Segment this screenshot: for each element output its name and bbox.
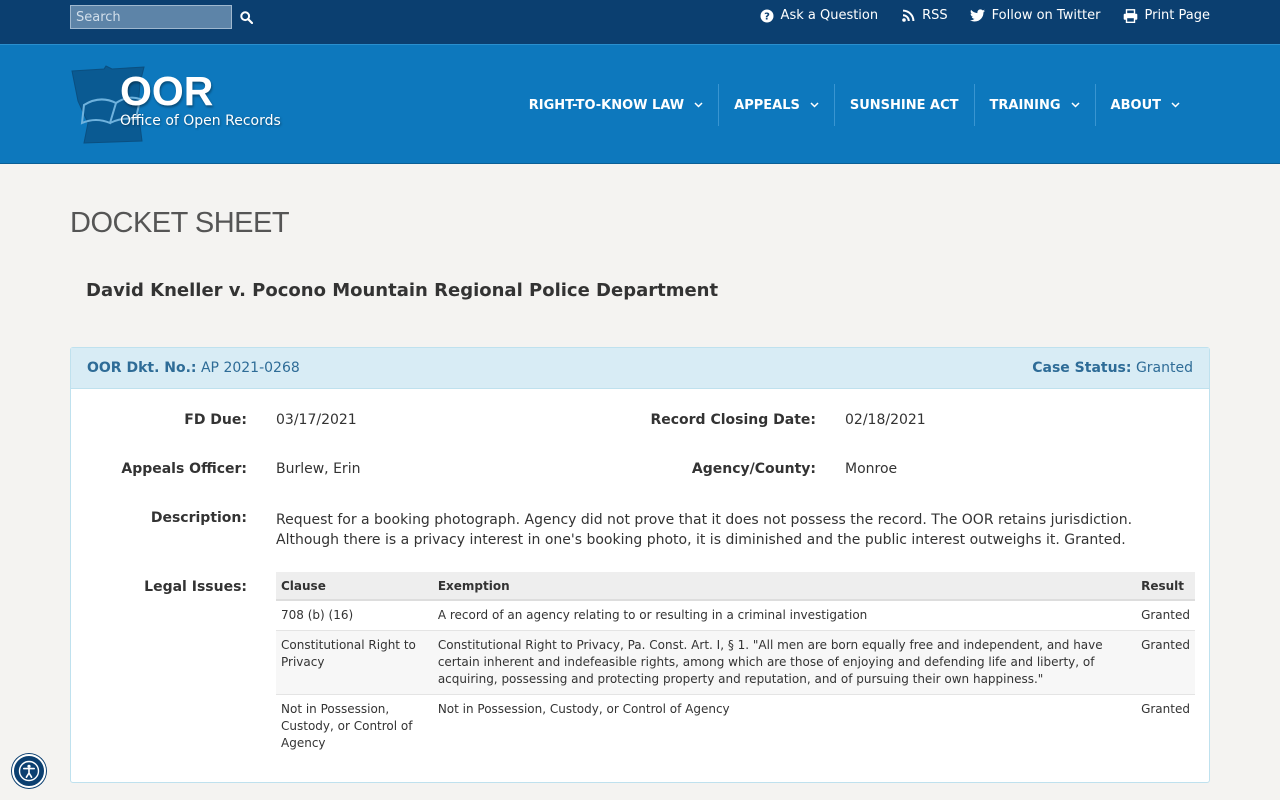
description-value: Request for a booking photograph. Agency… [276, 512, 1133, 548]
table-header-row: Clause Exemption Result [276, 572, 1195, 601]
search-input[interactable] [70, 5, 232, 29]
clause-cell: Constitutional Right to Privacy [276, 630, 433, 695]
docket-number-label: OOR Dkt. No.: [87, 360, 197, 376]
result-cell: Granted [1136, 630, 1195, 695]
docket-panel: OOR Dkt. No.: AP 2021-0268 Case Status: … [70, 347, 1210, 783]
description-label: Description: [150, 510, 247, 526]
twitter-icon [970, 8, 986, 24]
column-header-clause: Clause [276, 572, 433, 601]
record-closing-value: 02/18/2021 [845, 412, 926, 428]
fd-due-label: FD Due: [184, 412, 247, 428]
docket-number-value: AP 2021-0268 [200, 360, 300, 376]
question-circle-icon: ? [759, 8, 775, 24]
panel-heading: OOR Dkt. No.: AP 2021-0268 Case Status: … [71, 348, 1209, 389]
case-status: Case Status: Granted [1032, 360, 1193, 376]
print-page-label: Print Page [1144, 8, 1210, 23]
nav-label: TRAINING [989, 97, 1061, 113]
case-title: David Kneller v. Pocono Mountain Regiona… [86, 280, 719, 301]
accessibility-button[interactable] [12, 754, 46, 788]
agency-county-value: Monroe [845, 461, 898, 477]
appeals-officer-value: Burlew, Erin [276, 461, 361, 477]
page-title: DOCKET SHEET [70, 207, 290, 239]
column-header-result: Result [1136, 572, 1195, 601]
record-closing-label: Record Closing Date: [650, 412, 816, 428]
rss-label: RSS [922, 8, 948, 23]
clause-cell: Not in Possession, Custody, or Control o… [276, 694, 433, 758]
twitter-label: Follow on Twitter [991, 8, 1101, 23]
legal-issues-label: Legal Issues: [144, 579, 247, 595]
nav-sunshine-act[interactable]: SUNSHINE ACT [833, 84, 974, 126]
exemption-cell: Constitutional Right to Privacy, Pa. Con… [432, 630, 1137, 695]
nav-label: APPEALS [734, 97, 800, 113]
chevron-down-icon [1071, 102, 1080, 108]
main-nav: RIGHT-TO-KNOW LAW APPEALS SUNSHINE ACT T… [514, 83, 1195, 127]
exemption-cell: A record of an agency relating to or res… [437, 608, 868, 622]
result-cell: Granted [1136, 694, 1195, 758]
search-icon[interactable] [234, 5, 258, 29]
utility-bar: ? Ask a Question RSS Follow on Twitter P… [0, 0, 1280, 44]
docket-number: OOR Dkt. No.: AP 2021-0268 [87, 360, 300, 376]
rss-link[interactable]: RSS [900, 8, 948, 24]
oor-logo[interactable]: OOR Office of Open Records [70, 65, 310, 147]
nav-label: SUNSHINE ACT [849, 97, 959, 113]
print-icon [1122, 8, 1138, 24]
ask-question-link[interactable]: ? Ask a Question [759, 8, 879, 24]
legal-issues-table: Clause Exemption Result 708 (b) (16) A r… [276, 572, 1195, 758]
rss-icon [900, 8, 916, 24]
svg-text:?: ? [764, 11, 770, 22]
nav-label: ABOUT [1110, 97, 1161, 113]
ask-question-label: Ask a Question [780, 8, 879, 23]
table-row: Not in Possession, Custody, or Control o… [276, 694, 1195, 758]
twitter-link[interactable]: Follow on Twitter [970, 8, 1101, 24]
nav-about[interactable]: ABOUT [1094, 84, 1195, 126]
search-form [70, 5, 258, 29]
table-row: 708 (b) (16) A record of an agency relat… [276, 600, 1195, 631]
clause-cell: 708 (b) (16) [281, 608, 354, 622]
chevron-down-icon [694, 102, 703, 108]
chevron-down-icon [810, 102, 819, 108]
agency-county-label: Agency/County: [691, 461, 816, 477]
nav-label: RIGHT-TO-KNOW LAW [528, 97, 685, 113]
site-header: OOR Office of Open Records RIGHT-TO-KNOW… [0, 44, 1280, 164]
exemption-cell: Not in Possession, Custody, or Control o… [432, 694, 1137, 758]
nav-appeals[interactable]: APPEALS [718, 84, 834, 126]
fd-due-value: 03/17/2021 [276, 412, 357, 428]
case-status-value: Granted [1135, 360, 1193, 376]
column-header-exemption: Exemption [432, 572, 1137, 601]
print-page-link[interactable]: Print Page [1122, 8, 1210, 24]
utility-links: ? Ask a Question RSS Follow on Twitter P… [737, 0, 1210, 31]
chevron-down-icon [1171, 102, 1180, 108]
appeals-officer-label: Appeals Officer: [121, 461, 247, 477]
logo-title: OOR [120, 68, 214, 114]
nav-training[interactable]: TRAINING [973, 84, 1095, 126]
result-cell: Granted [1141, 608, 1190, 622]
case-status-label: Case Status: [1032, 360, 1132, 376]
logo-subtitle: Office of Open Records [120, 113, 281, 129]
accessibility-icon [18, 760, 40, 782]
nav-right-to-know-law[interactable]: RIGHT-TO-KNOW LAW [514, 84, 718, 126]
table-row: Constitutional Right to Privacy Constitu… [276, 630, 1195, 695]
